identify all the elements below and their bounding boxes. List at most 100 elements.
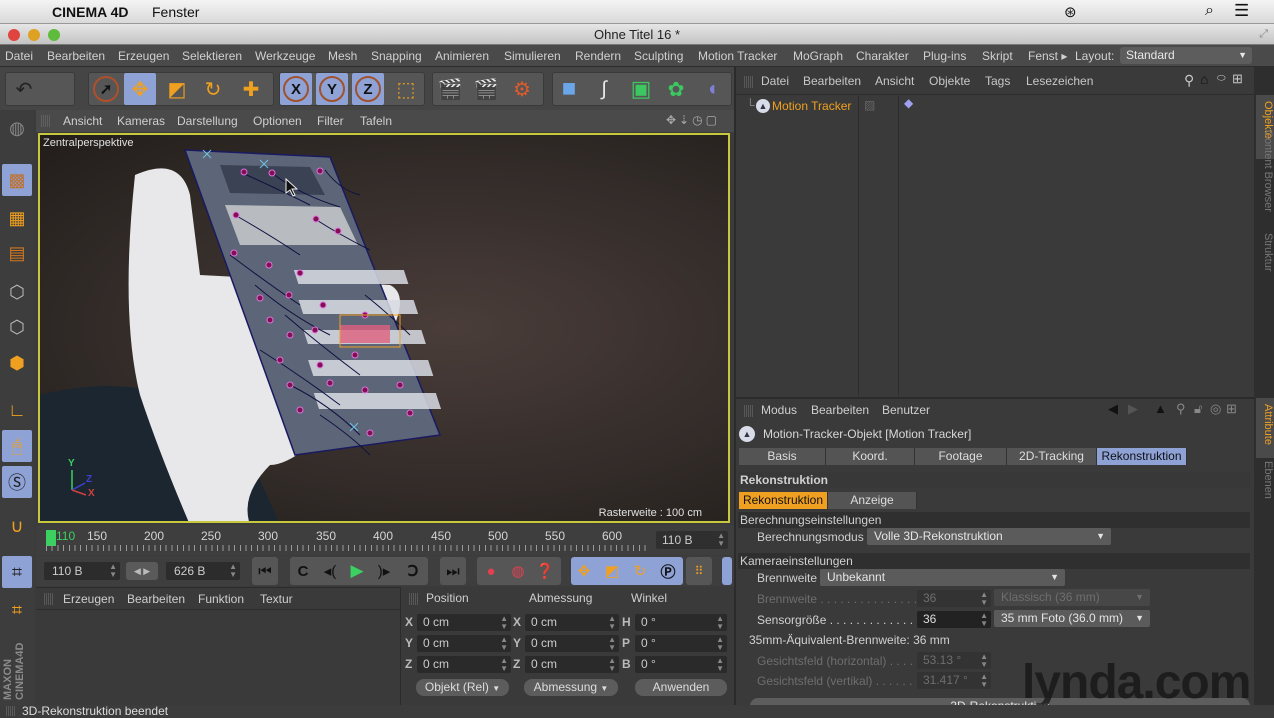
menu-werkzeuge[interactable]: Werkzeuge: [255, 49, 315, 63]
close-window-button[interactable]: [8, 29, 20, 41]
material-menu-funktion[interactable]: Funktion: [198, 592, 244, 606]
lock-icon[interactable]: 🔓︎: [1194, 401, 1202, 417]
autokey-icon[interactable]: ◍: [505, 558, 531, 584]
object-row-motion-tracker[interactable]: └ ▲ Motion Tracker: [742, 98, 858, 116]
tab-content-browser[interactable]: Content Browser: [1256, 124, 1274, 224]
tweak-mode-icon[interactable]: 🖱: [2, 430, 32, 462]
material-menu-erzeugen[interactable]: Erzeugen: [63, 592, 114, 606]
tab-ebenen[interactable]: Ebenen: [1256, 455, 1274, 505]
viewport-menu-optionen[interactable]: Optionen: [253, 114, 302, 128]
viewport-menu-ansicht[interactable]: Ansicht: [63, 114, 102, 128]
menu-plugins[interactable]: Plug-ins: [923, 49, 966, 63]
size-x-field[interactable]: 0 cm ▲ ▼: [525, 614, 619, 631]
panel-grip[interactable]: [41, 115, 51, 127]
menu-datei[interactable]: Datei: [5, 49, 33, 63]
back-arrow-icon[interactable]: ◀: [1108, 401, 1118, 417]
record-keys-icon[interactable]: ●: [478, 558, 504, 584]
redo-icon[interactable]: [40, 73, 72, 105]
new-panel-icon[interactable]: ⊞: [1232, 71, 1243, 87]
attr-menu-modus[interactable]: Modus: [761, 403, 797, 417]
layout-dropdown[interactable]: Standard ▼: [1120, 47, 1252, 64]
key-rotation-icon[interactable]: ↻: [627, 558, 653, 584]
menu-erzeugen[interactable]: Erzeugen: [118, 49, 169, 63]
viewport-menu-kameras[interactable]: Kameras: [117, 114, 165, 128]
panel-grip[interactable]: [744, 405, 754, 417]
window-menu[interactable]: Fenster: [152, 4, 199, 20]
model-mode-icon[interactable]: ▩: [2, 164, 32, 196]
cloner-icon[interactable]: ✿: [660, 73, 692, 105]
minimize-window-button[interactable]: [28, 29, 40, 41]
undo-icon[interactable]: ↶: [8, 73, 40, 105]
end-frame-field[interactable]: 626 B ▲ ▼: [166, 562, 240, 580]
menu-animieren[interactable]: Animieren: [435, 49, 489, 63]
render-view-icon[interactable]: 🎬: [434, 73, 466, 105]
tab-struktur[interactable]: Struktur: [1256, 227, 1274, 285]
play-icon[interactable]: ▶: [344, 558, 370, 584]
panel-grip[interactable]: [44, 593, 54, 605]
zoom-window-button[interactable]: [48, 29, 60, 41]
viewport-menu-darstellung[interactable]: Darstellung: [177, 114, 238, 128]
size-mode-dropdown[interactable]: Abmessung ▼: [524, 679, 618, 696]
material-menu-textur[interactable]: Textur: [260, 592, 293, 606]
calc-mode-dropdown[interactable]: Volle 3D-Rekonstruktion ▼: [867, 528, 1111, 545]
menu-snapping[interactable]: Snapping: [371, 49, 422, 63]
subtab-anzeige[interactable]: Anzeige: [828, 492, 917, 509]
snap-icon[interactable]: Ⓢ: [2, 466, 32, 498]
object-menu-ansicht[interactable]: Ansicht: [875, 74, 914, 88]
fullscreen-icon[interactable]: ⤢: [1259, 24, 1268, 45]
search-icon[interactable]: ⚲: [1184, 72, 1194, 89]
y-axis-icon[interactable]: Y: [316, 73, 348, 105]
key-parameter-icon[interactable]: Ⓟ: [655, 558, 681, 584]
range-slider-button[interactable]: ◀ ▶: [126, 562, 158, 580]
playhead-marker[interactable]: [46, 530, 56, 546]
polygons-mode-icon[interactable]: ⬢: [2, 347, 32, 379]
material-menu-bearbeiten[interactable]: Bearbeiten: [127, 592, 185, 606]
next-frame-icon[interactable]: )▸: [371, 558, 397, 584]
panel-grip[interactable]: [744, 76, 754, 88]
visibility-toggle-icon[interactable]: ▨: [864, 98, 875, 112]
3d-viewport[interactable]: Zentralperspektive Y Z X Rasterweite : 1…: [38, 133, 730, 523]
workplane-mode-icon[interactable]: ▤: [2, 237, 32, 269]
current-frame-field[interactable]: 110 B ▲ ▼: [656, 531, 728, 549]
key-scale-icon[interactable]: ◩: [599, 558, 625, 584]
pen-spline-icon[interactable]: ∫: [588, 73, 620, 105]
rotation-h-field[interactable]: 0 ° ▲ ▼: [635, 614, 727, 631]
previous-frame-icon[interactable]: ◂(: [317, 558, 343, 584]
keyframe-selection-icon[interactable]: ❓: [532, 558, 558, 584]
bend-deformer-icon[interactable]: ◖: [696, 73, 728, 105]
tab-koord[interactable]: Koord.: [826, 448, 915, 465]
position-x-field[interactable]: 0 cm ▲ ▼: [417, 614, 511, 631]
timeline-ruler[interactable]: 110 150 200 250 300 350 400 450 500 550 …: [36, 525, 734, 555]
render-settings-icon[interactable]: ⚙: [506, 73, 538, 105]
rotate-icon[interactable]: ↻: [197, 73, 229, 105]
tracker-tag-icon[interactable]: ◆: [904, 96, 913, 110]
menu-rendern[interactable]: Rendern: [575, 49, 621, 63]
move-icon[interactable]: ✥: [124, 73, 156, 105]
panel-grip[interactable]: [409, 593, 419, 605]
x-axis-icon[interactable]: X: [280, 73, 312, 105]
search-icon[interactable]: ⚲: [1176, 401, 1186, 417]
viewport-menu-tafeln[interactable]: Tafeln: [360, 114, 392, 128]
z-axis-icon[interactable]: Z: [352, 73, 384, 105]
target-icon[interactable]: ◎: [1210, 401, 1221, 417]
magnet-icon[interactable]: ∪: [2, 510, 32, 542]
menu-mesh[interactable]: Mesh: [328, 49, 357, 63]
size-z-field[interactable]: 0 cm ▲ ▼: [525, 656, 619, 673]
focal-length-dropdown[interactable]: Unbekannt ▼: [820, 569, 1065, 586]
attr-menu-benutzer[interactable]: Benutzer: [882, 403, 930, 417]
previous-keyframe-icon[interactable]: C: [290, 558, 316, 584]
menu-fenster[interactable]: Fenst ▸: [1028, 49, 1067, 63]
rotation-b-field[interactable]: 0 ° ▲ ▼: [635, 656, 727, 673]
next-keyframe-icon[interactable]: Ↄ: [400, 558, 426, 584]
object-menu-lesezeichen[interactable]: Lesezeichen: [1026, 74, 1093, 88]
apply-button[interactable]: Anwenden: [635, 679, 727, 696]
home-icon[interactable]: ⌂: [1200, 71, 1208, 87]
go-to-end-icon[interactable]: ⏭: [440, 558, 466, 584]
attr-menu-bearbeiten[interactable]: Bearbeiten: [811, 403, 869, 417]
menu-charakter[interactable]: Charakter: [856, 49, 909, 63]
tab-basis[interactable]: Basis: [739, 448, 826, 465]
render-picture-viewer-icon[interactable]: 🎬: [470, 73, 502, 105]
object-menu-bearbeiten[interactable]: Bearbeiten: [803, 74, 861, 88]
start-frame-field[interactable]: 110 B ▲ ▼: [44, 562, 120, 580]
viewport-nav-icons[interactable]: ✥⇣◷▢: [666, 113, 720, 127]
